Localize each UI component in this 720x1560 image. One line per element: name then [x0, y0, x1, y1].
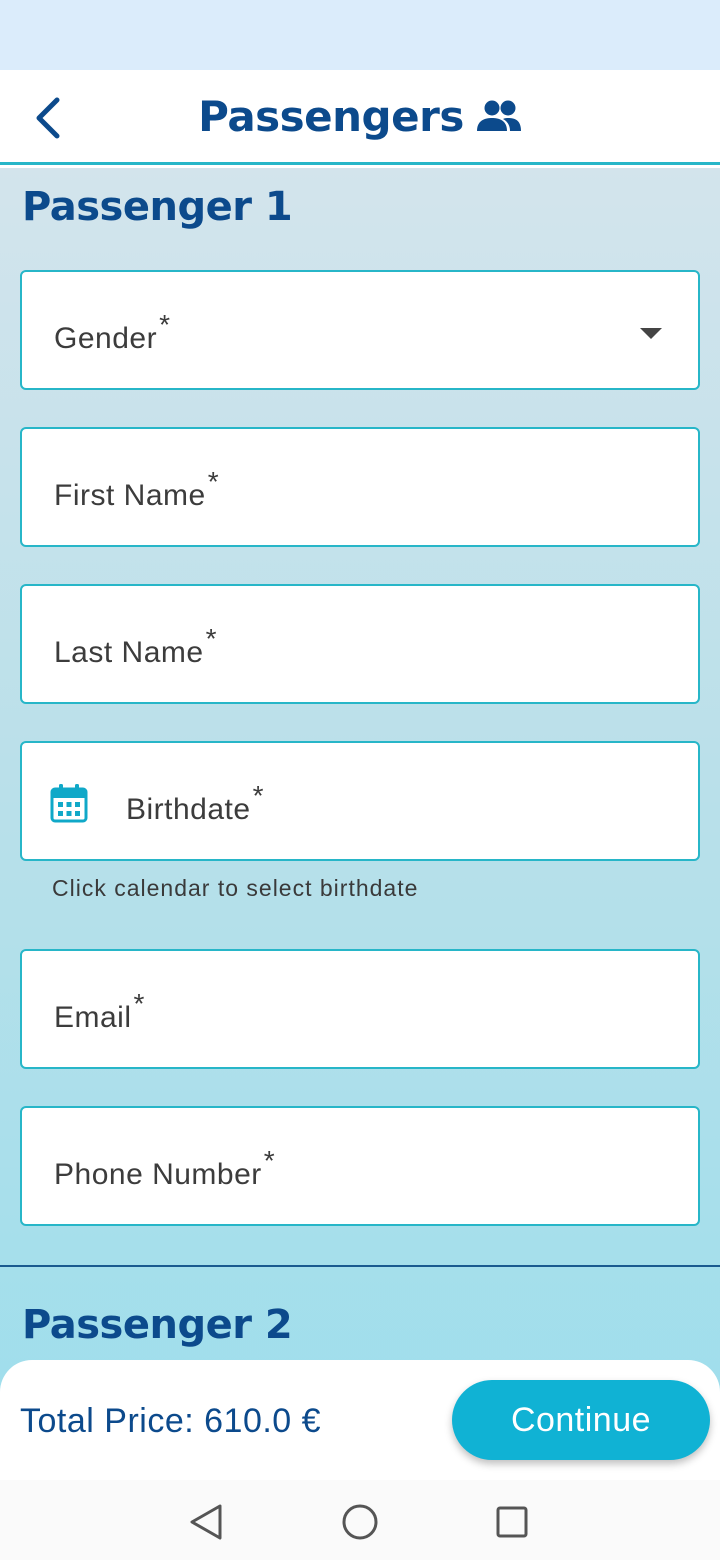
status-bar	[0, 0, 720, 70]
birthdate-input[interactable]: Birthdate*	[20, 741, 700, 861]
passenger-divider	[0, 1265, 720, 1267]
passenger-form: Passenger 1 Gender* First Name* Last Nam…	[0, 168, 720, 1560]
caret-down-icon	[640, 328, 662, 339]
back-button[interactable]	[26, 94, 70, 142]
nav-recents-button[interactable]	[490, 1500, 534, 1544]
square-recents-icon	[496, 1506, 528, 1538]
email-input[interactable]: Email*	[20, 949, 700, 1069]
continue-button[interactable]: Continue	[452, 1380, 710, 1460]
chevron-left-icon	[36, 97, 60, 139]
phone-number-input[interactable]: Phone Number*	[20, 1106, 700, 1226]
passenger-1-heading: Passenger 1	[22, 184, 293, 230]
last-name-input[interactable]: Last Name*	[20, 584, 700, 704]
nav-back-button[interactable]	[184, 1500, 228, 1544]
first-name-label: First Name*	[54, 466, 220, 512]
system-nav-bar	[0, 1480, 720, 1560]
triangle-back-icon	[190, 1504, 222, 1540]
birthdate-label: Birthdate*	[126, 780, 264, 826]
gender-label: Gender*	[54, 309, 171, 355]
passenger-2-heading: Passenger 2	[22, 1302, 293, 1348]
email-label: Email*	[54, 988, 145, 1034]
title-group: Passengers	[198, 92, 522, 141]
circle-home-icon	[342, 1504, 378, 1540]
nav-home-button[interactable]	[338, 1500, 382, 1544]
page-title: Passengers	[198, 91, 464, 141]
first-name-input[interactable]: First Name*	[20, 427, 700, 547]
last-name-label: Last Name*	[54, 623, 217, 669]
total-price: Total Price: 610.0 €	[20, 1402, 322, 1440]
people-icon	[476, 100, 521, 131]
birthdate-helper-text: Click calendar to select birthdate	[52, 875, 419, 901]
app-header: Passengers	[0, 70, 720, 165]
phone-number-label: Phone Number*	[54, 1145, 276, 1191]
calendar-icon[interactable]	[50, 783, 88, 823]
gender-select[interactable]: Gender*	[20, 270, 700, 390]
